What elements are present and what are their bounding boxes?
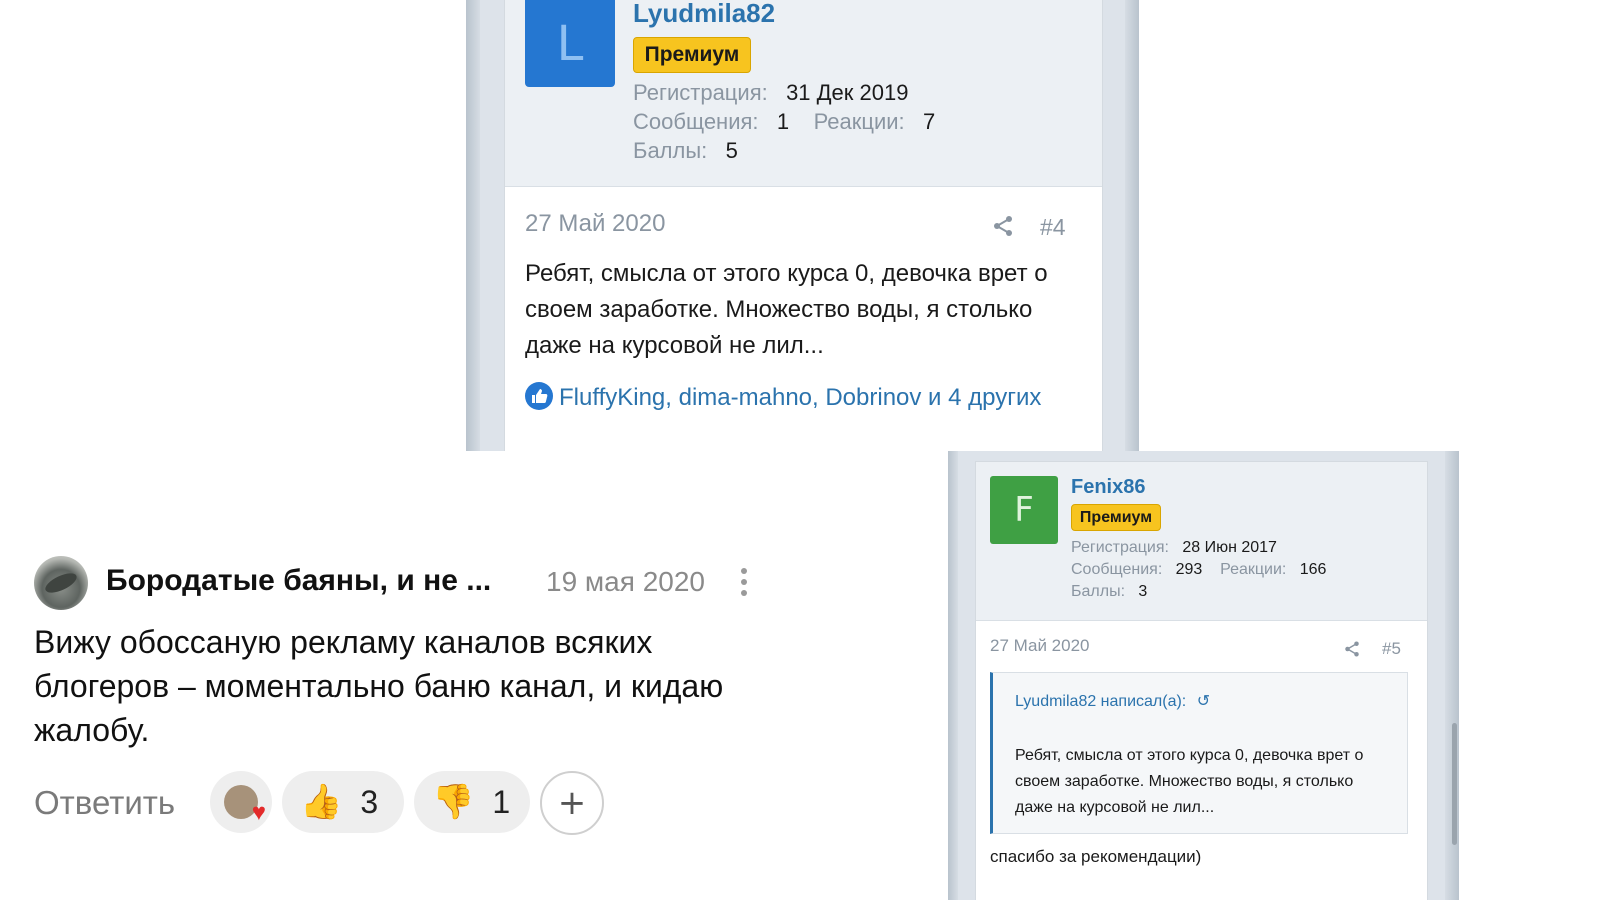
like-count: 3 [360, 783, 379, 820]
add-reaction-button[interactable]: + [540, 771, 604, 835]
thumbs-up-icon [525, 382, 553, 410]
reaction-avatar-heart[interactable] [210, 771, 272, 833]
post-date[interactable]: 27 Май 2020 [990, 636, 1089, 656]
reactions-value: 166 [1299, 561, 1327, 578]
dislike-count: 1 [492, 783, 511, 820]
points-stat: Баллы: 5 [633, 138, 738, 164]
quote-block: Lyudmila82 написал(а): ↺ Ребят, смысла о… [990, 672, 1408, 834]
registration-value: 28 Июн 2017 [1182, 539, 1277, 556]
forum-post-card: L Lyudmila82 Премиум Регистрация: 31 Дек… [504, 0, 1103, 451]
quote-author-link[interactable]: Lyudmila82 написал(а): ↺ [1015, 691, 1210, 711]
forum-screenshot-bottom: F Fenix86 Премиум Регистрация: 28 Июн 20… [948, 451, 1459, 900]
points-label: Баллы: [633, 138, 708, 163]
registration-label: Регистрация: [1071, 539, 1169, 556]
registration-stat: Регистрация: 31 Дек 2019 [633, 80, 908, 106]
premium-badge: Премиум [633, 37, 751, 73]
username-link[interactable]: Lyudmila82 [633, 0, 775, 29]
post-number-link[interactable]: #4 [1040, 214, 1066, 241]
heart-reaction-icon [224, 785, 266, 827]
messages-value: 293 [1175, 561, 1203, 578]
phone-edge-left [466, 0, 480, 451]
registration-label: Регистрация: [633, 80, 768, 105]
premium-badge: Премиум [1071, 504, 1161, 531]
points-value: 3 [1138, 583, 1148, 600]
messages-value: 1 [776, 109, 790, 134]
scrollbar-thumb[interactable] [1452, 723, 1457, 845]
share-icon[interactable] [1343, 640, 1361, 658]
messages-stat: Сообщения: 1 Реакции: 7 [633, 109, 935, 135]
like-reaction-button[interactable]: 👍 3 [282, 771, 404, 833]
user-info-block: F Fenix86 Премиум Регистрация: 28 Июн 20… [976, 462, 1427, 621]
points-stat: Баллы: 3 [1071, 583, 1147, 601]
post-body: Ребят, смысла от этого курса 0, девочка … [525, 260, 1048, 359]
points-value: 5 [725, 138, 738, 163]
comment-date: 19 мая 2020 [546, 566, 705, 597]
commenter-avatar[interactable] [34, 556, 88, 610]
registration-value: 31 Дек 2019 [786, 80, 909, 105]
username-link[interactable]: Fenix86 [1071, 476, 1145, 499]
reply-button[interactable]: Ответить [34, 784, 175, 822]
avatar[interactable]: L [525, 0, 615, 87]
reactions-label: Реакции: [1220, 561, 1287, 578]
reactions-label: Реакции: [813, 109, 905, 134]
forum-post-card: F Fenix86 Премиум Регистрация: 28 Июн 20… [975, 461, 1428, 900]
avatar[interactable]: F [990, 476, 1058, 544]
quote-text: Ребят, смысла от этого курса 0, девочка … [1015, 747, 1364, 816]
messages-label: Сообщения: [633, 109, 759, 134]
likes-names[interactable]: FluffyKing, dima-mahno, Dobrinov и 4 дру… [559, 384, 1041, 411]
share-icon[interactable] [991, 214, 1015, 238]
messages-label: Сообщения: [1071, 561, 1163, 578]
comment-text: Вижу обоссаную рекламу каналов всяких бл… [34, 624, 724, 748]
reactions-value: 7 [923, 109, 936, 134]
more-options-icon[interactable] [740, 568, 748, 600]
forum-screenshot-top: L Lyudmila82 Премиум Регистрация: 31 Дек… [466, 0, 1139, 451]
thumbs-up-emoji-icon: 👍 [300, 783, 343, 821]
registration-stat: Регистрация: 28 Июн 2017 [1071, 539, 1277, 557]
phone-edge-right [1125, 0, 1139, 451]
thumbs-down-emoji-icon: 👎 [432, 783, 475, 821]
commenter-name[interactable]: Бородатые баяны, и не ... [106, 564, 491, 598]
post-body: спасибо за рекомендации) [990, 847, 1202, 866]
phone-edge-left [948, 451, 958, 900]
post-date[interactable]: 27 Май 2020 [525, 210, 665, 238]
quote-author[interactable]: Lyudmila82 написал(а): [1015, 693, 1186, 710]
user-info-block: L Lyudmila82 Премиум Регистрация: 31 Дек… [505, 0, 1102, 187]
points-label: Баллы: [1071, 583, 1126, 600]
jump-to-quote-icon[interactable]: ↺ [1197, 693, 1210, 710]
dislike-reaction-button[interactable]: 👎 1 [414, 771, 530, 833]
messages-stat: Сообщения: 293 Реакции: 166 [1071, 561, 1326, 579]
likes-list[interactable]: FluffyKing, dima-mahno, Dobrinov и 4 дру… [525, 380, 1085, 415]
post-number-link[interactable]: #5 [1382, 639, 1401, 659]
